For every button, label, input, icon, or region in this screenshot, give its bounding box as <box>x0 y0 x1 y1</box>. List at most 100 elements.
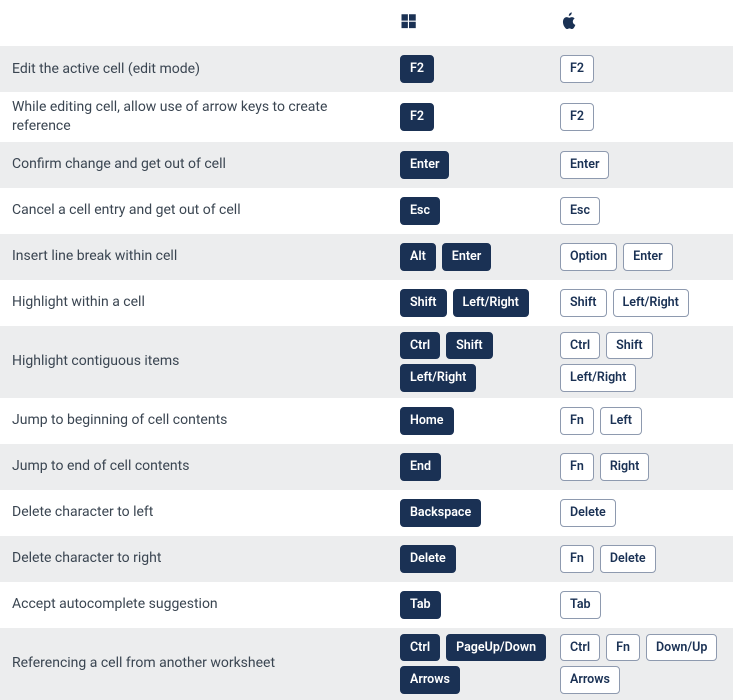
key-badge: Tab <box>400 591 441 619</box>
key-badge: Left/Right <box>613 289 689 317</box>
key-badge: F2 <box>560 55 594 83</box>
windows-keys-cell: Tab <box>400 591 560 619</box>
key-badge: Left/Right <box>453 289 529 317</box>
shortcut-description: Edit the active cell (edit mode) <box>0 60 400 79</box>
mac-keys-cell: Tab <box>560 591 733 619</box>
key-badge: Alt <box>400 243 436 271</box>
shortcut-description: Accept autocomplete suggestion <box>0 595 400 614</box>
windows-keys-cell: ShiftLeft/Right <box>400 289 560 317</box>
shortcut-description: Highlight within a cell <box>0 293 400 312</box>
key-badge: Home <box>400 407 454 435</box>
mac-keys-cell: F2 <box>560 55 733 83</box>
windows-keys-cell: CtrlPageUp/Down Arrows <box>400 634 560 694</box>
key-badge: Down/Up <box>646 634 717 662</box>
windows-keys-cell: CtrlShift Left/Right <box>400 332 560 392</box>
key-badge: Shift <box>400 289 447 317</box>
table-row: Jump to beginning of cell contentsHome Fn… <box>0 398 733 444</box>
windows-keys-cell: Delete <box>400 545 560 573</box>
shortcut-description: Jump to end of cell contents <box>0 457 400 476</box>
key-badge: Delete <box>400 545 456 573</box>
shortcut-description: While editing cell, allow use of arrow k… <box>0 98 400 136</box>
table-row: Insert line break within cellAltEnterOpt… <box>0 234 733 280</box>
shortcut-description: Highlight contiguous items <box>0 352 400 371</box>
table-row: Highlight within a cellShiftLeft/RightSh… <box>0 280 733 326</box>
key-badge: Shift <box>606 332 653 360</box>
mac-keys-cell: Esc <box>560 197 733 225</box>
key-badge: Ctrl <box>400 332 440 360</box>
table-row: Jump to end of cell contentsEnd FnRight <box>0 444 733 490</box>
mac-keys-cell: ShiftLeft/Right <box>560 289 733 317</box>
key-badge: Tab <box>560 591 601 619</box>
windows-keys-cell: AltEnter <box>400 243 560 271</box>
mac-keys-cell: FnRight <box>560 453 733 481</box>
key-badge: Shift <box>560 289 607 317</box>
mac-keys-cell: OptionEnter <box>560 243 733 271</box>
key-badge: Enter <box>442 243 491 271</box>
mac-keys-cell: CtrlFnDown/Up Arrows <box>560 634 733 694</box>
windows-icon <box>400 12 418 30</box>
windows-keys-cell: F2 <box>400 103 560 131</box>
shortcut-description: Delete character to right <box>0 549 400 568</box>
table-row: Accept autocomplete suggestionTabTab <box>0 582 733 628</box>
key-badge: Left/Right <box>560 364 636 392</box>
key-badge: Fn <box>560 545 594 573</box>
mac-keys-cell: CtrlShift Left/Right <box>560 332 733 392</box>
key-badge: Ctrl <box>560 634 600 662</box>
shortcut-description: Insert line break within cell <box>0 247 400 266</box>
key-badge: Enter <box>400 151 449 179</box>
shortcut-table: Edit the active cell (edit mode)F2F2Whil… <box>0 0 733 700</box>
mac-keys-cell: F2 <box>560 103 733 131</box>
key-badge: Ctrl <box>400 634 440 662</box>
table-header-row <box>0 0 733 46</box>
key-badge: Left/Right <box>400 364 476 392</box>
table-row: Highlight contiguous itemsCtrlShiftLeft/… <box>0 326 733 398</box>
key-badge: Enter <box>623 243 672 271</box>
table-row: While editing cell, allow use of arrow k… <box>0 92 733 142</box>
key-badge: Fn <box>560 453 594 481</box>
key-badge: Ctrl <box>560 332 600 360</box>
shortcut-description: Cancel a cell entry and get out of cell <box>0 201 400 220</box>
shortcut-description: Jump to beginning of cell contents <box>0 411 400 430</box>
windows-keys-cell: F2 <box>400 55 560 83</box>
shortcut-description: Delete character to left <box>0 503 400 522</box>
table-row: Delete character to rightDeleteFnDelete <box>0 536 733 582</box>
header-windows-cell <box>400 12 560 34</box>
windows-keys-cell: Home <box>400 407 560 435</box>
key-badge: Right <box>600 453 649 481</box>
table-row: Confirm change and get out of cellEnterE… <box>0 142 733 188</box>
windows-keys-cell: Enter <box>400 151 560 179</box>
table-row: Cancel a cell entry and get out of cellE… <box>0 188 733 234</box>
shortcut-description: Confirm change and get out of cell <box>0 155 400 174</box>
key-badge: Fn <box>606 634 640 662</box>
table-row: Delete character to leftBackspace Delete <box>0 490 733 536</box>
key-badge: F2 <box>400 55 434 83</box>
key-badge: End <box>400 453 441 481</box>
key-badge: Esc <box>560 197 600 225</box>
table-row: Edit the active cell (edit mode)F2F2 <box>0 46 733 92</box>
key-badge: F2 <box>400 103 434 131</box>
windows-keys-cell: End <box>400 453 560 481</box>
key-badge: Backspace <box>400 499 481 527</box>
apple-icon <box>560 11 578 31</box>
shortcut-description: Referencing a cell from another workshee… <box>0 654 400 673</box>
mac-keys-cell: Delete <box>560 499 733 527</box>
key-badge: Enter <box>560 151 609 179</box>
key-badge: Delete <box>600 545 656 573</box>
key-badge: Arrows <box>400 666 460 694</box>
key-badge: Arrows <box>560 666 620 694</box>
key-badge: Shift <box>446 332 493 360</box>
key-badge: Fn <box>560 407 594 435</box>
key-badge: Left <box>600 407 642 435</box>
table-row: Referencing a cell from another workshee… <box>0 628 733 700</box>
windows-keys-cell: Esc <box>400 197 560 225</box>
windows-keys-cell: Backspace <box>400 499 560 527</box>
key-badge: PageUp/Down <box>446 634 546 662</box>
mac-keys-cell: Enter <box>560 151 733 179</box>
key-badge: Esc <box>400 197 440 225</box>
key-badge: Delete <box>560 499 616 527</box>
mac-keys-cell: FnDelete <box>560 545 733 573</box>
key-badge: Option <box>560 243 617 271</box>
header-mac-cell <box>560 11 733 35</box>
mac-keys-cell: FnLeft <box>560 407 733 435</box>
key-badge: F2 <box>560 103 594 131</box>
